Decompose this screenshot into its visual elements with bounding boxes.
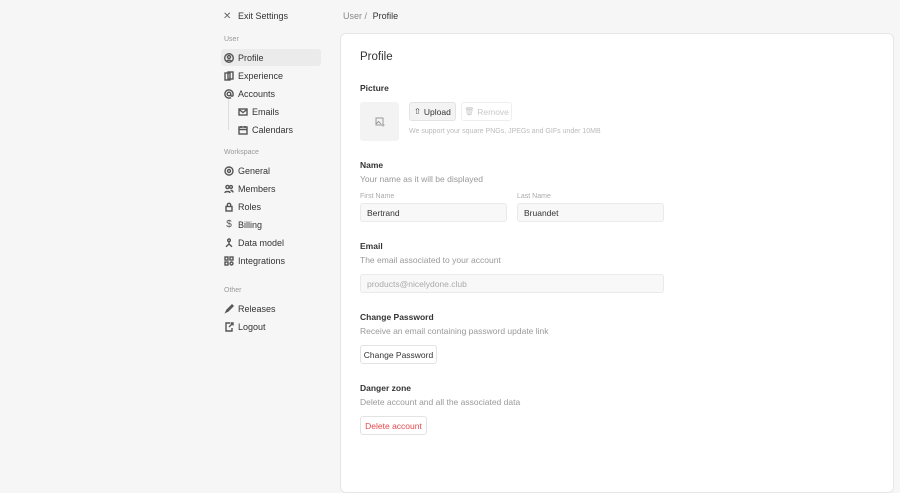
danger-zone-description: Delete account and all the associated da… [360,397,521,407]
label: Billing [238,219,263,230]
section-user: User [224,36,239,43]
sidebar-item-releases[interactable]: Releases [221,300,321,317]
change-password-description: Receive an email containing password upd… [360,326,549,336]
at-sign-icon [224,88,234,99]
change-password-button[interactable]: Change Password [360,345,437,364]
label: Remove [477,106,509,117]
picture-hint: We support your square PNGs, JPEGs and G… [409,128,601,135]
label: Emails [252,106,280,117]
mail-icon [238,107,248,117]
name-heading: Name [360,160,384,170]
section-workspace: Workspace [224,149,259,156]
label: General [238,165,271,176]
lock-icon [224,202,234,212]
tree-line [228,100,229,130]
avatar-placeholder[interactable] [360,102,399,141]
sidebar-item-billing[interactable]: $ Billing [221,216,321,233]
change-password-heading: Change Password [360,312,434,322]
close-icon: ✕ [223,10,232,22]
email-description: The email associated to your account [360,255,501,265]
sidebar-item-calendars[interactable]: Calendars [235,121,321,138]
remove-button[interactable]: 🗑 Remove [461,102,512,121]
section-other: Other [224,287,242,294]
danger-zone-heading: Danger zone [360,383,412,393]
upload-icon: ⇧ [414,107,421,116]
logout-icon [224,321,234,332]
sidebar-item-profile[interactable]: Profile [221,49,321,66]
last-name-label: Last Name [517,193,551,200]
label: Profile [238,52,264,63]
sidebar-item-emails[interactable]: Emails [235,103,321,120]
hierarchy-icon [224,237,234,248]
email-heading: Email [360,241,383,251]
breadcrumb-current: Profile [372,11,399,21]
first-name-input[interactable]: Bertrand [360,203,507,222]
picture-heading: Picture [360,83,389,93]
first-name-label: First Name [360,193,395,200]
sidebar-item-general[interactable]: General [221,162,321,179]
experience-icon [224,70,234,81]
exit-settings-button[interactable]: ✕ Exit Settings [223,10,288,22]
image-plus-icon [375,117,385,127]
name-description: Your name as it will be displayed [360,174,484,184]
user-circle-icon [224,52,234,63]
dollar-icon: $ [226,219,232,230]
label: Logout [238,321,266,332]
calendar-icon [238,125,248,135]
upload-button[interactable]: ⇧ Upload [409,102,456,121]
sidebar-item-data-model[interactable]: Data model [221,234,321,251]
label: Experience [238,70,284,81]
trash-icon: 🗑 [464,107,475,116]
sidebar-item-members[interactable]: Members [221,180,321,197]
label: Data model [238,237,285,248]
email-input[interactable]: products@nicelydone.club [360,274,664,293]
breadcrumb-user[interactable]: User [343,11,362,21]
rocket-icon [224,303,234,314]
settings-icon [224,165,234,176]
sidebar-item-integrations[interactable]: Integrations [221,252,321,269]
label: Upload [423,106,451,117]
label: Integrations [238,255,286,266]
page-title: Profile [360,51,393,63]
exit-settings-label: Exit Settings [238,11,289,21]
label: Roles [238,201,262,212]
apps-icon [224,255,234,266]
sidebar-item-experience[interactable]: Experience [221,67,321,84]
sidebar-item-roles[interactable]: Roles [221,198,321,215]
label: Accounts [238,88,276,99]
label: Calendars [252,124,294,135]
label: Releases [238,303,276,314]
label: Members [238,183,276,194]
last-name-input[interactable]: Bruandet [517,203,664,222]
users-icon [224,184,234,194]
sidebar-item-accounts[interactable]: Accounts [221,85,321,102]
delete-account-button[interactable]: Delete account [360,416,427,435]
sidebar-item-logout[interactable]: Logout [221,318,321,335]
breadcrumb-separator: / [364,11,368,21]
breadcrumb: User / Profile [343,11,398,21]
